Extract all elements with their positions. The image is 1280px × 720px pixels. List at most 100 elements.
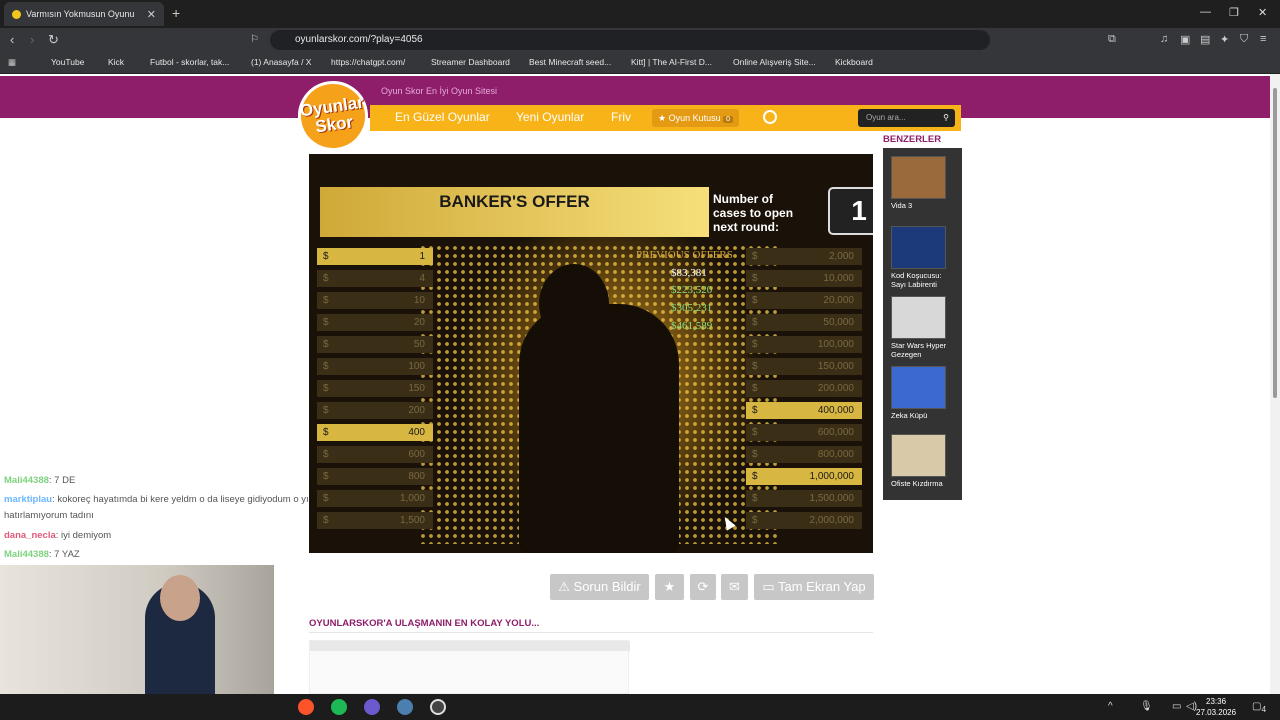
game-frame[interactable]: BANKER'S OFFER Number of cases to open n…: [309, 154, 873, 553]
chat-message: Mali44388: 7 DE: [4, 475, 76, 486]
game-box-button[interactable]: ★ Oyun Kutusu 0: [652, 109, 740, 127]
maximize-icon[interactable]: ❐: [1229, 6, 1239, 19]
brave-icon[interactable]: [298, 699, 314, 715]
dollar-sign: $: [323, 361, 329, 372]
similar-item[interactable]: Vida 3: [891, 156, 947, 210]
reload-icon[interactable]: ↻: [48, 32, 59, 48]
extensions-icon[interactable]: ⧉: [1108, 33, 1116, 46]
money-value: 800: [408, 471, 425, 482]
bookmark-streamer-dashboard[interactable]: Streamer Dashboard: [418, 57, 510, 67]
chat-message: marktiplau: kokoreç hayatımda bi kere ye…: [4, 494, 309, 505]
tray-arrow-icon[interactable]: ^: [1108, 701, 1113, 712]
tutorial-screenshot: [309, 640, 630, 694]
dollar-sign: $: [752, 471, 758, 482]
similar-list: Vida 3 Kod Koşucusu: Sayı Labirenti Star…: [883, 148, 962, 500]
nav-best-games[interactable]: En Güzel Oyunlar: [395, 110, 490, 124]
dollar-sign: $: [323, 449, 329, 460]
money-value-row: $4: [317, 270, 433, 287]
money-value-row: $150,000: [746, 358, 862, 375]
kick-icon: [95, 58, 104, 67]
money-value-row: $800,000: [746, 446, 862, 463]
browser-toolbar: ‹ › ↻ ⚐ oyunlarskor.com/?play=4056 ⧉ ♫ ▣…: [0, 28, 1280, 52]
close-window-icon[interactable]: ✕: [1258, 6, 1267, 19]
tab-favicon-icon: [12, 9, 21, 19]
refresh-icon[interactable]: ⟳: [690, 574, 716, 600]
bookmark-futbol[interactable]: Futbol - skorlar, tak...: [137, 57, 229, 67]
nav-new-games[interactable]: Yeni Oyunlar: [516, 110, 584, 124]
globe-icon[interactable]: [763, 110, 777, 124]
bankers-offer-panel: BANKER'S OFFER: [320, 187, 709, 237]
bookmark-kitt[interactable]: Kitt] | The AI-First D...: [618, 57, 712, 67]
futbol-icon: [137, 58, 146, 67]
bookmark-kickboard[interactable]: Kickboard: [822, 57, 873, 67]
webcam-overlay: [0, 565, 274, 694]
url-text: oyunlarskor.com/?play=4056: [295, 34, 423, 45]
close-tab-icon[interactable]: ✕: [147, 8, 156, 21]
ai-icon[interactable]: ✦: [1220, 33, 1229, 46]
bookmarks-bar: ▦ YouTube Kick Futbol - skorlar, tak... …: [0, 52, 1280, 74]
divider: [309, 632, 873, 633]
game-thumbnail: [891, 156, 946, 199]
money-value: 200: [408, 405, 425, 416]
money-value: 10,000: [823, 273, 854, 284]
comments-icon[interactable]: ✉: [721, 574, 748, 600]
browser-tab[interactable]: Varmısın Yokmusun Oyunu O ✕: [4, 2, 164, 26]
forward-icon[interactable]: ›: [30, 32, 34, 47]
wallet-icon[interactable]: ▤: [1200, 33, 1210, 46]
dollar-sign: $: [323, 295, 329, 306]
money-value: 150: [408, 383, 425, 394]
dollar-sign: $: [323, 317, 329, 328]
chatgpt-icon: [318, 58, 327, 67]
dollar-sign: $: [752, 361, 758, 372]
money-value-row: $400: [317, 424, 433, 441]
discord-icon[interactable]: [364, 699, 380, 715]
money-value-row: $600,000: [746, 424, 862, 441]
notification-icon[interactable]: ▢4: [1252, 701, 1266, 714]
scroll-thumb[interactable]: [1273, 88, 1277, 398]
app-icon[interactable]: [397, 699, 413, 715]
similar-item[interactable]: Zeka Küpü: [891, 366, 947, 420]
obs-icon[interactable]: [430, 699, 446, 715]
similar-item[interactable]: Ofiste Kızdırma: [891, 434, 947, 488]
similar-item[interactable]: Kod Koşucusu: Sayı Labirenti: [891, 226, 947, 289]
money-value: 1,500,000: [809, 493, 855, 504]
network-icon[interactable]: ▭: [1172, 701, 1181, 712]
vpn-icon[interactable]: ⛉: [1240, 33, 1248, 46]
similar-item[interactable]: Star Wars Hyper Gezegen: [891, 296, 947, 359]
bookmark-minecraft[interactable]: Best Minecraft seed...: [516, 57, 611, 67]
minimize-icon[interactable]: —: [1200, 6, 1211, 18]
clock[interactable]: 23:36 27.03.2026: [1196, 696, 1236, 718]
kickboard-icon: [822, 58, 831, 67]
money-value: 1,500: [399, 515, 425, 526]
nav-friv[interactable]: Friv: [611, 110, 631, 124]
back-icon[interactable]: ‹: [10, 32, 14, 47]
minecraft-icon: [516, 58, 525, 67]
media-icon[interactable]: ♫: [1160, 33, 1168, 45]
previous-offer: $83,381: [671, 267, 707, 279]
bookmark-kick[interactable]: Kick: [95, 57, 124, 67]
mic-icon[interactable]: 🎙: [1140, 701, 1153, 712]
bookmark-x[interactable]: (1) Anasayfa / X: [238, 57, 311, 67]
report-button[interactable]: ⚠ Sorun Bildir: [550, 574, 649, 600]
menu-icon[interactable]: ≡: [1260, 33, 1266, 45]
money-value-row: $100,000: [746, 336, 862, 353]
bookmark-chatgpt[interactable]: https://chatgpt.com/: [318, 57, 405, 67]
bookmark-youtube[interactable]: YouTube: [38, 57, 84, 67]
bookmark-icon[interactable]: ⚐: [250, 30, 259, 50]
money-value: 4: [419, 273, 425, 284]
bookmark-shopping[interactable]: Online Alışveriş Site...: [720, 57, 816, 67]
new-tab-button[interactable]: +: [172, 5, 180, 21]
favorite-icon[interactable]: ★: [655, 574, 684, 600]
site-tagline: Oyun Skor En İyi Oyun Sitesi: [381, 86, 498, 96]
money-value-row: $1,000,000: [746, 468, 862, 485]
sidebar-icon[interactable]: ▣: [1180, 33, 1190, 46]
fullscreen-button[interactable]: ▭ Tam Ekran Yap: [754, 574, 874, 600]
page-scrollbar[interactable]: [1270, 74, 1280, 694]
spotify-icon[interactable]: [331, 699, 347, 715]
address-bar[interactable]: ⚐ oyunlarskor.com/?play=4056: [250, 30, 990, 50]
apps-icon[interactable]: ▦: [8, 57, 16, 68]
tab-title: Varmısın Yokmusun Oyunu O: [26, 9, 136, 19]
search-input[interactable]: Oyun ara... ⚲: [858, 109, 955, 127]
money-value-row: $400,000: [746, 402, 862, 419]
search-icon[interactable]: ⚲: [943, 109, 949, 127]
